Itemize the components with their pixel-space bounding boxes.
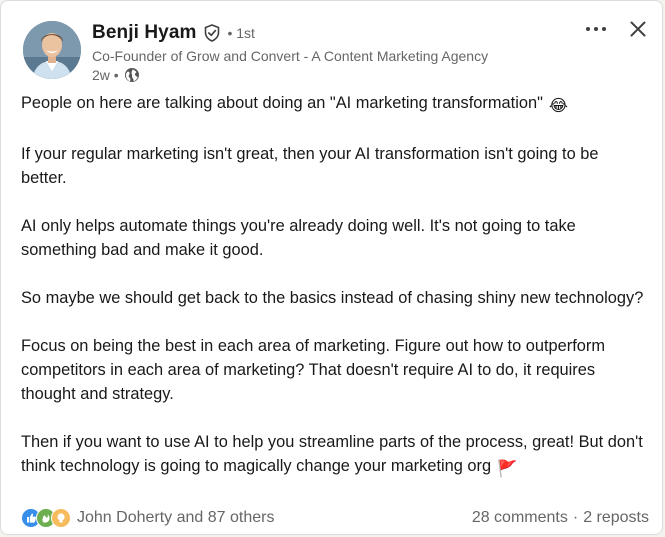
- insightful-icon: [51, 508, 71, 528]
- reactions-summary[interactable]: John Doherty and 87 others: [21, 508, 274, 528]
- laughing-emoji-icon: 😂: [548, 97, 569, 115]
- comments-count-link[interactable]: 28 comments: [472, 509, 568, 527]
- post-card: Benji Hyam • 1st Co-Founder of Grow and …: [0, 0, 663, 535]
- author-name-row: Benji Hyam • 1st: [92, 21, 562, 45]
- more-options-button[interactable]: [581, 15, 611, 43]
- close-icon: [630, 21, 646, 37]
- post-paragraph: AI only helps automate things you're alr…: [21, 217, 576, 259]
- reaction-icons: [21, 508, 71, 528]
- post-time: 2w •: [92, 67, 119, 83]
- globe-icon: [124, 67, 140, 83]
- ellipsis-icon: [586, 27, 606, 31]
- post-header: Benji Hyam • 1st Co-Founder of Grow and …: [92, 21, 562, 85]
- post-paragraph: Then if you want to use AI to help you s…: [21, 430, 646, 481]
- reposts-count-link[interactable]: 2 reposts: [583, 509, 649, 527]
- post-body: People on here are talking about doing a…: [21, 91, 646, 505]
- author-headline: Co-Founder of Grow and Convert - A Conte…: [92, 48, 489, 64]
- engagement-counts: 28 comments · 2 reposts: [472, 509, 649, 527]
- post-paragraph: So maybe we should get back to the basic…: [21, 289, 644, 307]
- post-paragraph: People on here are talking about doing a…: [21, 91, 646, 118]
- verified-shield-icon: [203, 24, 221, 42]
- connection-degree: • 1st: [227, 25, 255, 41]
- social-counts-bar: John Doherty and 87 others 28 comments ·…: [21, 506, 649, 530]
- post-paragraph: If your regular marketing isn't great, t…: [21, 145, 599, 187]
- red-flag-emoji-icon: 🚩: [497, 460, 518, 478]
- separator: ·: [572, 509, 579, 526]
- author-name[interactable]: Benji Hyam: [92, 22, 196, 44]
- reactions-label[interactable]: John Doherty and 87 others: [77, 509, 274, 527]
- author-avatar[interactable]: [23, 21, 81, 79]
- post-meta: 2w •: [92, 65, 562, 85]
- post-paragraph: Focus on being the best in each area of …: [21, 337, 606, 403]
- close-button[interactable]: [623, 15, 653, 43]
